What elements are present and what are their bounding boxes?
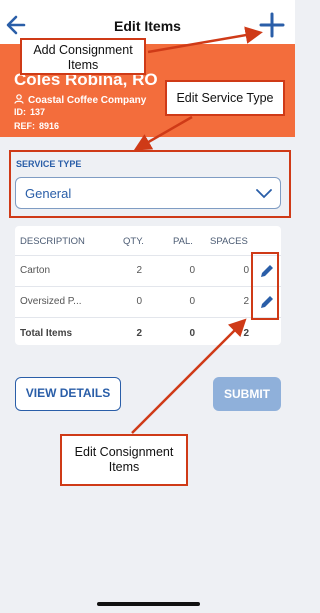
- item-description: Carton: [20, 265, 51, 276]
- ref-label: REF:: [14, 121, 35, 131]
- total-row: Total Items 2 0 2: [15, 318, 281, 348]
- item-pal: 0: [189, 265, 195, 276]
- item-spaces: 0: [243, 265, 249, 276]
- page-title: Edit Items: [114, 18, 181, 34]
- total-spaces: 2: [243, 328, 249, 339]
- column-header-description: DESCRIPTION: [20, 236, 85, 247]
- add-items-callout: Add Consignment Items: [20, 38, 146, 75]
- item-qty: 0: [136, 296, 142, 307]
- company-name: Coastal Coffee Company: [28, 95, 147, 106]
- submit-button[interactable]: SUBMIT: [213, 377, 281, 411]
- total-pal: 0: [189, 328, 195, 339]
- total-qty: 2: [136, 328, 142, 339]
- edit-items-callout: Edit Consignment Items: [60, 434, 188, 486]
- home-indicator: [97, 602, 200, 606]
- item-qty: 2: [136, 265, 142, 276]
- item-spaces: 2: [243, 296, 249, 307]
- ref-line: REF: 8916: [14, 121, 59, 131]
- item-description: Oversized P...: [20, 296, 82, 307]
- service-type-highlight: [9, 150, 291, 218]
- id-line: ID: 137: [14, 107, 45, 117]
- column-header-spaces: SPACES: [210, 236, 248, 247]
- user-icon: [14, 94, 24, 104]
- id-value: 137: [30, 107, 46, 117]
- item-pal: 0: [189, 296, 195, 307]
- table-row: Oversized P... 0 0 2: [15, 287, 281, 317]
- column-header-pal: PAL.: [173, 236, 193, 247]
- company-line: Coastal Coffee Company: [14, 94, 146, 106]
- plus-icon[interactable]: [257, 10, 287, 40]
- service-type-callout: Edit Service Type: [165, 80, 285, 116]
- id-label: ID:: [14, 107, 26, 117]
- table-row: Carton 2 0 0: [15, 256, 281, 286]
- view-details-button[interactable]: VIEW DETAILS: [15, 377, 121, 411]
- total-label: Total Items: [20, 328, 73, 339]
- ref-value: 8916: [39, 121, 60, 131]
- edit-icons-highlight: [251, 252, 279, 320]
- column-header-qty: QTY.: [123, 236, 144, 247]
- items-table: DESCRIPTION QTY. PAL. SPACES Carton 2 0 …: [15, 226, 281, 345]
